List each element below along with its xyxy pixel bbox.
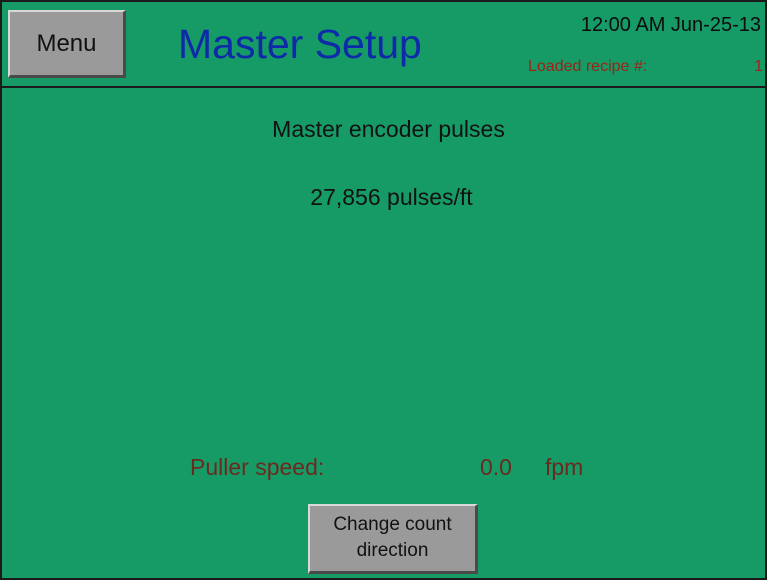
change-count-direction-button[interactable]: Change count direction bbox=[308, 504, 478, 574]
hmi-screen: Menu Master Setup 12:00 AM Jun-25-13 Loa… bbox=[0, 0, 767, 580]
loaded-recipe-indicator: Loaded recipe #: 1 bbox=[528, 58, 765, 76]
puller-speed-unit: fpm bbox=[545, 454, 584, 480]
puller-speed-label: Puller speed: bbox=[190, 454, 325, 480]
loaded-recipe-value: 1 bbox=[754, 58, 763, 75]
change-count-direction-label-line2: direction bbox=[356, 540, 429, 561]
datetime-display: 12:00 AM Jun-25-13 bbox=[580, 14, 761, 36]
page-title: Master Setup bbox=[178, 21, 422, 67]
puller-speed-value: 0.0 bbox=[480, 454, 512, 480]
master-encoder-label: Master encoder pulses bbox=[272, 116, 505, 142]
header-bar: Menu Master Setup 12:00 AM Jun-25-13 Loa… bbox=[2, 2, 765, 88]
menu-button[interactable]: Menu bbox=[8, 10, 126, 78]
change-count-direction-label-line1: Change count bbox=[333, 514, 452, 535]
master-encoder-value[interactable]: 27,856 pulses/ft bbox=[2, 184, 765, 211]
loaded-recipe-label: Loaded recipe #: bbox=[528, 58, 648, 75]
